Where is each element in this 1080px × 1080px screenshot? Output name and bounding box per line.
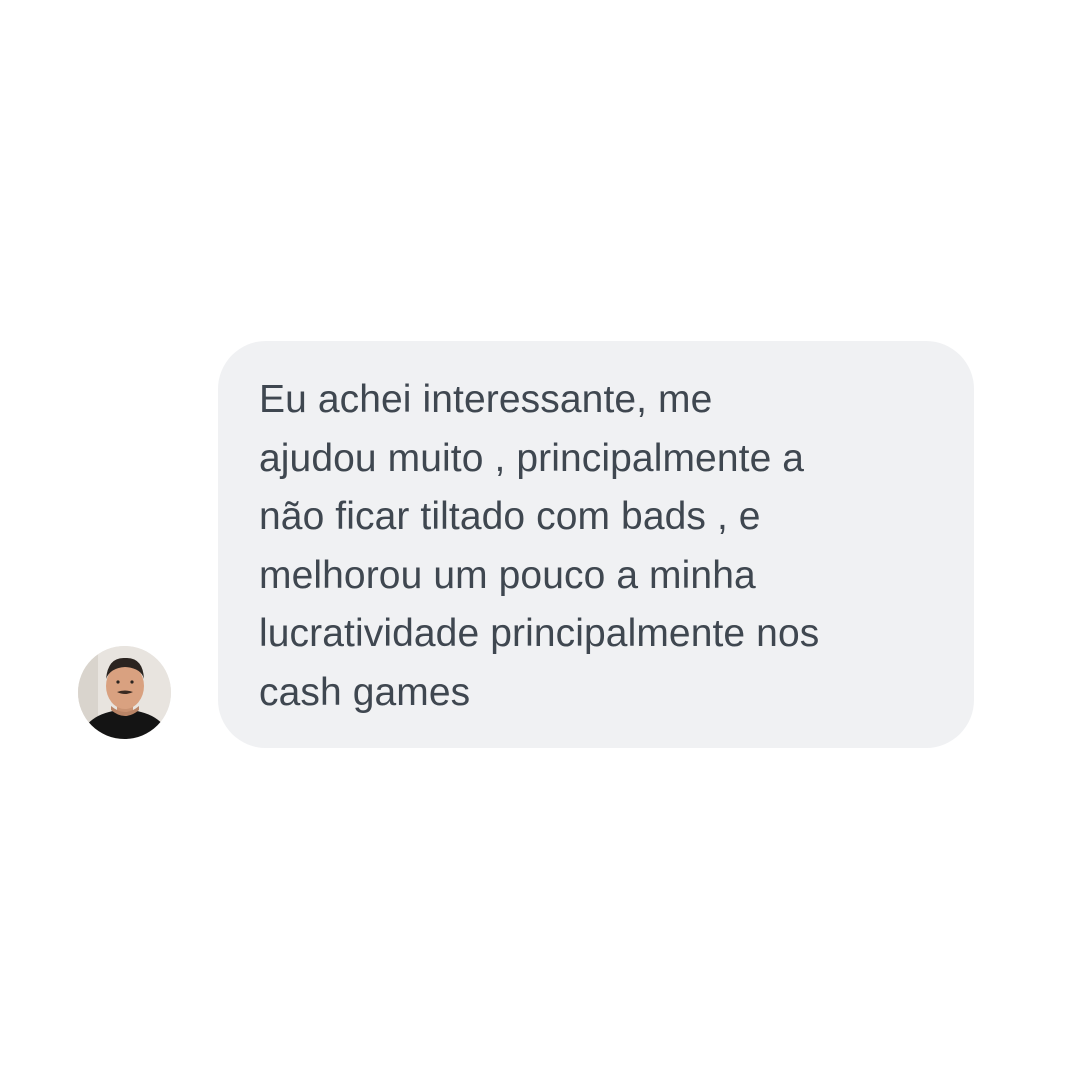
message-line: ajudou muito , principalmente a — [259, 436, 805, 480]
message-line: Eu achei interessante, me — [259, 378, 713, 421]
message-text: Eu achei interessante, me ajudou muito ,… — [259, 371, 938, 722]
chat-thread: Eu achei interessante, me ajudou muito ,… — [0, 0, 1080, 1080]
message-line: não ficar tiltado com bads , e — [259, 495, 761, 538]
avatar[interactable] — [78, 646, 171, 739]
message-bubble[interactable]: Eu achei interessante, me ajudou muito ,… — [218, 341, 974, 748]
message-line: melhorou um pouco a minha — [259, 553, 756, 597]
user-avatar-photo-icon — [78, 646, 171, 739]
message-line: lucratividade principalmente nos — [259, 612, 820, 655]
message-line: cash games — [259, 670, 471, 714]
